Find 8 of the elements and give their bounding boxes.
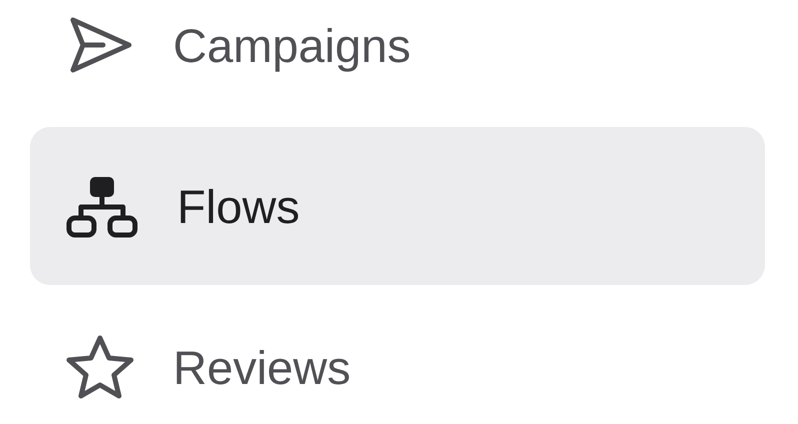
star-icon — [65, 334, 135, 400]
item-label: Flows — [177, 178, 300, 234]
sidebar-item[interactable]: Campaigns — [30, 0, 765, 124]
item-label: Reviews — [173, 340, 351, 394]
sidebar-item[interactable]: Flows — [30, 127, 765, 285]
item-label: Campaigns — [173, 18, 411, 72]
flow-icon — [65, 174, 139, 238]
sidebar-item[interactable]: Reviews — [30, 288, 765, 424]
